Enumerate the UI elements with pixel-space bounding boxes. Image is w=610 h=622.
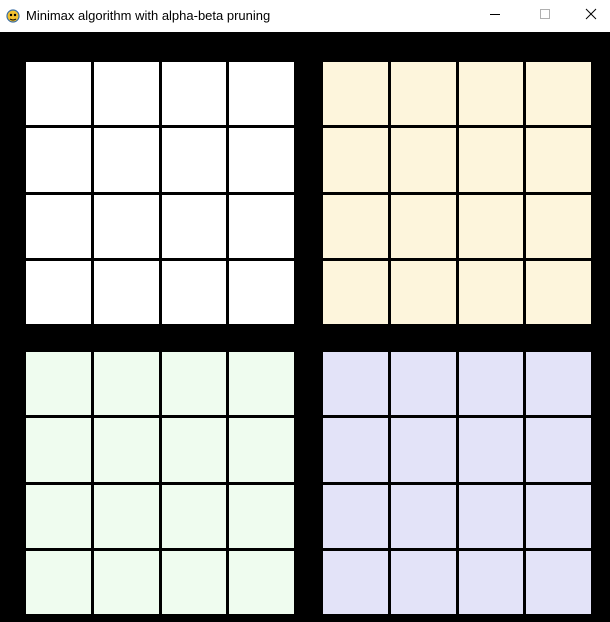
board-cell[interactable] xyxy=(93,260,159,324)
board-cell[interactable] xyxy=(526,550,591,614)
board-cell[interactable] xyxy=(323,484,388,548)
board-cell[interactable] xyxy=(26,194,91,258)
board-cell[interactable] xyxy=(93,418,159,482)
board-cell[interactable] xyxy=(229,128,294,192)
board-cell[interactable] xyxy=(526,128,591,192)
board-cell[interactable] xyxy=(161,484,227,548)
board-cell[interactable] xyxy=(229,484,294,548)
board-cell[interactable] xyxy=(93,484,159,548)
board-bottom-left xyxy=(26,352,294,614)
board-cell[interactable] xyxy=(161,550,227,614)
close-button[interactable] xyxy=(572,0,610,32)
board-cell[interactable] xyxy=(161,352,227,416)
board-cell[interactable] xyxy=(323,550,388,614)
board-cell[interactable] xyxy=(390,352,456,416)
board-cell[interactable] xyxy=(93,352,159,416)
board-cell[interactable] xyxy=(93,194,159,258)
board-cell[interactable] xyxy=(26,352,91,416)
board-cell[interactable] xyxy=(229,352,294,416)
board-cell[interactable] xyxy=(458,128,524,192)
minimize-button[interactable] xyxy=(472,0,518,32)
app-window: Minimax algorithm with alpha-beta prunin… xyxy=(0,0,610,622)
board-cell[interactable] xyxy=(526,194,591,258)
close-icon xyxy=(585,7,597,25)
board-cell[interactable] xyxy=(161,128,227,192)
board-cell[interactable] xyxy=(390,194,456,258)
maximize-icon xyxy=(539,7,551,25)
board-cell[interactable] xyxy=(323,352,388,416)
board-cell[interactable] xyxy=(161,194,227,258)
board-cell[interactable] xyxy=(526,484,591,548)
board-cell[interactable] xyxy=(161,62,227,126)
board-cell[interactable] xyxy=(229,260,294,324)
board-cell[interactable] xyxy=(390,550,456,614)
board-cell[interactable] xyxy=(323,62,388,126)
board-cell[interactable] xyxy=(390,484,456,548)
board-cell[interactable] xyxy=(458,194,524,258)
board-cell[interactable] xyxy=(93,128,159,192)
board-cell[interactable] xyxy=(26,484,91,548)
board-cell[interactable] xyxy=(526,260,591,324)
board-cell[interactable] xyxy=(26,62,91,126)
board-bottom-right xyxy=(323,352,591,614)
board-cell[interactable] xyxy=(526,352,591,416)
board-cell[interactable] xyxy=(26,550,91,614)
board-cell[interactable] xyxy=(323,260,388,324)
board-cell[interactable] xyxy=(26,418,91,482)
board-cell[interactable] xyxy=(93,62,159,126)
board-cell[interactable] xyxy=(458,62,524,126)
board-cell[interactable] xyxy=(229,62,294,126)
pygame-icon xyxy=(5,7,21,23)
board-cell[interactable] xyxy=(26,260,91,324)
board-cell[interactable] xyxy=(323,128,388,192)
board-cell[interactable] xyxy=(323,194,388,258)
board-cell[interactable] xyxy=(390,260,456,324)
board-cell[interactable] xyxy=(161,418,227,482)
board-cell[interactable] xyxy=(229,550,294,614)
board-cell[interactable] xyxy=(229,418,294,482)
board-cell[interactable] xyxy=(458,418,524,482)
board-cell[interactable] xyxy=(390,62,456,126)
board-cell[interactable] xyxy=(161,260,227,324)
board-cell[interactable] xyxy=(458,260,524,324)
board-cell[interactable] xyxy=(229,194,294,258)
window-title: Minimax algorithm with alpha-beta prunin… xyxy=(26,8,271,23)
board-cell[interactable] xyxy=(526,62,591,126)
board-cell[interactable] xyxy=(458,352,524,416)
board-cell[interactable] xyxy=(390,418,456,482)
board-top-left xyxy=(26,62,294,324)
board-cell[interactable] xyxy=(458,550,524,614)
board-cell[interactable] xyxy=(526,418,591,482)
board-cell[interactable] xyxy=(390,128,456,192)
minimize-icon xyxy=(489,7,501,25)
board-cell[interactable] xyxy=(93,550,159,614)
board-top-right xyxy=(323,62,591,324)
board-cell[interactable] xyxy=(458,484,524,548)
title-bar[interactable]: Minimax algorithm with alpha-beta prunin… xyxy=(0,0,610,32)
board-cell[interactable] xyxy=(26,128,91,192)
game-canvas[interactable] xyxy=(0,32,610,622)
board-cell[interactable] xyxy=(323,418,388,482)
maximize-button[interactable] xyxy=(522,0,568,32)
